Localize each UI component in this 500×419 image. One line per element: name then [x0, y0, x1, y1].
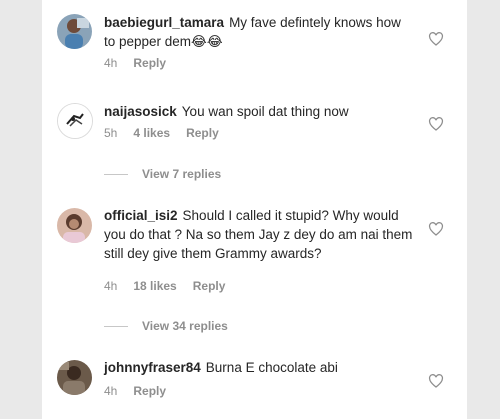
comment-time: 5h — [104, 126, 118, 140]
heart-outline-icon[interactable] — [428, 32, 444, 46]
view-replies-label: View 7 replies — [142, 167, 222, 181]
view-replies-button[interactable]: View 34 replies — [104, 319, 228, 333]
heart-outline-icon[interactable] — [428, 222, 444, 236]
avatar[interactable] — [57, 208, 92, 243]
heart-outline-icon[interactable] — [428, 117, 444, 131]
comments-panel: baebiegurl_tamara My fave defintely knows… — [42, 0, 467, 419]
comment-body: You wan spoil dat thing now — [181, 104, 349, 119]
comment-text: johnnyfraser84 Burna E chocolate abi — [104, 358, 414, 377]
comment-text: naijasosick You wan spoil dat thing now — [104, 102, 414, 121]
comment-text: baebiegurl_tamara My fave defintely knows… — [104, 13, 414, 51]
reply-button[interactable]: Reply — [193, 279, 226, 293]
comment-username[interactable]: naijasosick — [104, 104, 177, 119]
replies-divider — [104, 173, 128, 175]
view-replies-button[interactable]: View 7 replies — [104, 167, 221, 181]
avatar[interactable] — [57, 103, 93, 139]
comment-meta: 4h Reply — [104, 56, 182, 70]
avatar[interactable] — [57, 360, 92, 395]
comment-meta: 5h 4 likes Reply — [104, 126, 235, 140]
like-count[interactable]: 18 likes — [133, 279, 176, 293]
reply-button[interactable]: Reply — [133, 56, 166, 70]
view-replies-label: View 34 replies — [142, 319, 228, 333]
like-count[interactable]: 4 likes — [133, 126, 170, 140]
comment-time: 4h — [104, 56, 118, 70]
comment-username[interactable]: baebiegurl_tamara — [104, 15, 224, 30]
comment-text: official_isi2 Should I called it stupid? … — [104, 206, 414, 263]
heart-outline-icon[interactable] — [428, 374, 444, 388]
comment-username[interactable]: official_isi2 — [104, 208, 178, 223]
comment-body: Burna E chocolate abi — [205, 360, 338, 375]
reply-button[interactable]: Reply — [133, 384, 166, 398]
comment-time: 4h — [104, 384, 118, 398]
comment-meta: 4h Reply — [104, 384, 182, 398]
reply-button[interactable]: Reply — [186, 126, 219, 140]
comment-username[interactable]: johnnyfraser84 — [104, 360, 201, 375]
comment-time: 4h — [104, 279, 118, 293]
avatar[interactable] — [57, 14, 92, 49]
comment-meta: 4h 18 likes Reply — [104, 279, 241, 293]
replies-divider — [104, 325, 128, 327]
